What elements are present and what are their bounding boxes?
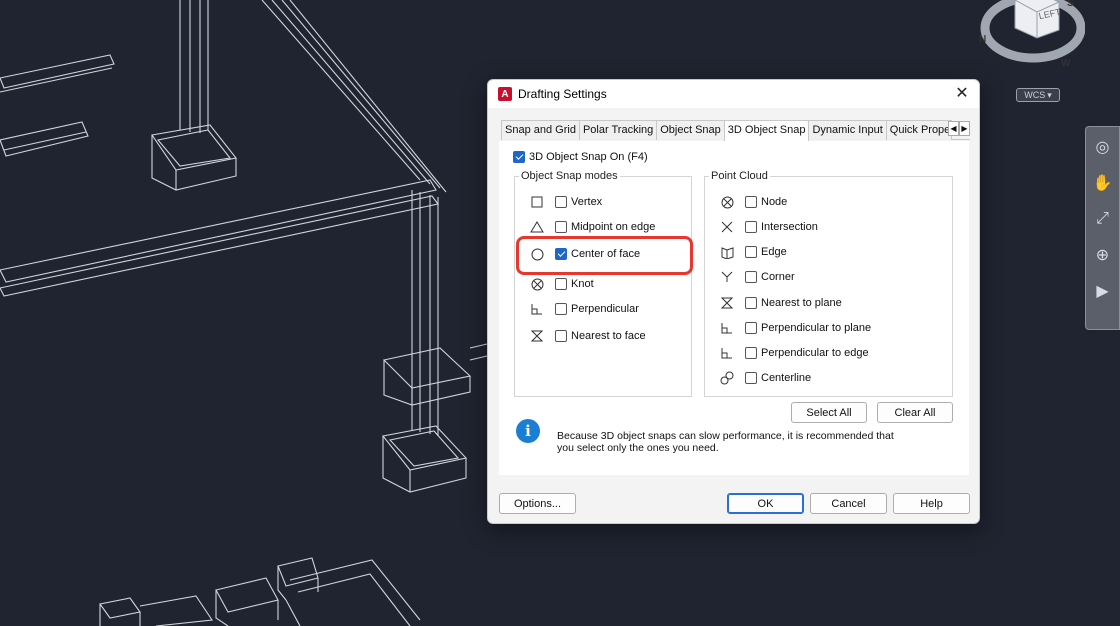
snap-mode-vertex[interactable]: Vertex <box>529 194 602 210</box>
compass-n: N <box>979 34 986 45</box>
perpendicular-to-plane-checkbox[interactable] <box>745 322 757 334</box>
perpendicular-icon <box>529 301 545 317</box>
edge-icon <box>719 244 735 260</box>
vertex-checkbox[interactable] <box>555 196 567 208</box>
help-button[interactable]: Help <box>893 493 970 514</box>
tab-object-snap[interactable]: Object Snap <box>656 120 725 140</box>
point-cloud-perpendicular-to-plane[interactable]: Perpendicular to plane <box>719 320 871 336</box>
node-checkbox[interactable] <box>745 196 757 208</box>
navigation-bar: ◎ ✋ ⤢ ⊕ ▶ <box>1085 126 1120 330</box>
triangle-icon <box>529 219 545 235</box>
nearest-to-face-checkbox[interactable] <box>555 330 567 342</box>
tab-snap-and-grid[interactable]: Snap and Grid <box>501 120 580 140</box>
centerline-icon <box>719 370 735 386</box>
cancel-button[interactable]: Cancel <box>810 493 887 514</box>
midpoint-on-edge-label: Midpoint on edge <box>571 221 656 233</box>
snap-on-label: 3D Object Snap On (F4) <box>529 151 648 163</box>
snap-mode-perpendicular[interactable]: Perpendicular <box>529 301 639 317</box>
clear-all-button[interactable]: Clear All <box>877 402 953 423</box>
intersection-checkbox[interactable] <box>745 221 757 233</box>
tab-scroll-right-icon[interactable]: ▶ <box>959 121 970 136</box>
corner-checkbox[interactable] <box>745 271 757 283</box>
dialog-title: Drafting Settings <box>518 87 607 101</box>
nearest-to-plane-label: Nearest to plane <box>761 297 842 309</box>
perpendicular-label: Perpendicular <box>571 303 639 315</box>
node-label: Node <box>761 196 788 208</box>
square-icon <box>529 194 545 210</box>
orbit-icon[interactable]: ⊕ <box>1091 243 1115 267</box>
point-cloud-nearest-to-plane[interactable]: Nearest to plane <box>719 295 842 311</box>
info-message: Because 3D object snaps can slow perform… <box>557 430 937 454</box>
pan-icon[interactable]: ✋ <box>1091 171 1115 195</box>
tab-quick-properties[interactable]: Quick Propert <box>885 120 952 140</box>
node-icon <box>719 194 735 210</box>
perpendicular-icon <box>719 320 735 336</box>
point-cloud-perpendicular-to-edge[interactable]: Perpendicular to edge <box>719 345 869 361</box>
wcs-menu[interactable]: WCS ▾ <box>1016 88 1060 102</box>
point-cloud-group: Point Cloud Node Intersection Edge Corne… <box>704 170 953 397</box>
corner-icon <box>719 269 735 285</box>
centerline-label: Centerline <box>761 372 812 384</box>
edge-checkbox[interactable] <box>745 246 757 258</box>
snap-mode-knot[interactable]: Knot <box>529 276 594 292</box>
intersection-label: Intersection <box>761 221 818 233</box>
chevron-down-icon: ▾ <box>1047 89 1052 100</box>
compass-s: S <box>1067 0 1074 9</box>
steering-wheel-icon[interactable]: ◎ <box>1091 135 1115 159</box>
point-cloud-node[interactable]: Node <box>719 194 787 210</box>
perpendicular-icon <box>719 345 735 361</box>
drafting-settings-dialog: A Drafting Settings ✕ Snap and Grid Pola… <box>487 79 980 524</box>
compass-w: W <box>1061 58 1071 69</box>
autocad-logo-icon: A <box>498 87 512 101</box>
hourglass-icon <box>719 295 735 311</box>
tab-panel: 3D Object Snap On (F4) Object Snap modes… <box>499 141 969 475</box>
edge-label: Edge <box>761 246 787 258</box>
point-cloud-title: Point Cloud <box>709 170 770 182</box>
snap-mode-midpoint-on-edge[interactable]: Midpoint on edge <box>529 219 655 235</box>
point-cloud-corner[interactable]: Corner <box>719 269 795 285</box>
tab-scroll-arrows: ◀ ▶ <box>948 121 970 136</box>
centerline-checkbox[interactable] <box>745 372 757 384</box>
zoom-extents-icon[interactable]: ⤢ <box>1091 207 1115 231</box>
perpendicular-checkbox[interactable] <box>555 303 567 315</box>
hourglass-icon <box>529 328 545 344</box>
corner-label: Corner <box>761 271 795 283</box>
perpendicular-to-edge-label: Perpendicular to edge <box>761 347 869 359</box>
ok-button[interactable]: OK <box>727 493 804 514</box>
tab-scroll-left-icon[interactable]: ◀ <box>948 121 959 136</box>
point-cloud-intersection[interactable]: Intersection <box>719 219 818 235</box>
point-cloud-centerline[interactable]: Centerline <box>719 370 811 386</box>
midpoint-on-edge-checkbox[interactable] <box>555 221 567 233</box>
snap-on-checkbox[interactable] <box>513 151 525 163</box>
perpendicular-to-plane-label: Perpendicular to plane <box>761 322 872 334</box>
point-cloud-edge[interactable]: Edge <box>719 244 787 260</box>
knot-icon <box>529 276 545 292</box>
showmotion-icon[interactable]: ▶ <box>1091 279 1115 303</box>
tab-strip: Snap and Grid Polar Tracking Object Snap… <box>501 120 970 141</box>
nearest-to-face-label: Nearest to face <box>571 330 646 342</box>
perpendicular-to-edge-checkbox[interactable] <box>745 347 757 359</box>
x-icon <box>719 219 735 235</box>
tab-dynamic-input[interactable]: Dynamic Input <box>808 120 887 140</box>
nearest-to-plane-checkbox[interactable] <box>745 297 757 309</box>
knot-label: Knot <box>571 278 594 290</box>
object-snap-modes-title: Object Snap modes <box>519 170 620 182</box>
viewcube[interactable]: LEFT S N W <box>975 0 1085 80</box>
info-line-1: Because 3D object snaps can slow perform… <box>557 430 894 442</box>
object-snap-modes-group: Object Snap modes Vertex Midpoint on edg… <box>514 170 692 397</box>
snap-on-toggle[interactable]: 3D Object Snap On (F4) <box>513 151 648 163</box>
snap-mode-nearest-to-face[interactable]: Nearest to face <box>529 328 646 344</box>
tab-polar-tracking[interactable]: Polar Tracking <box>578 120 658 140</box>
vertex-label: Vertex <box>571 196 603 208</box>
knot-checkbox[interactable] <box>555 278 567 290</box>
select-all-button[interactable]: Select All <box>791 402 867 423</box>
info-line-2: you select only the ones you need. <box>557 442 719 454</box>
info-icon: i <box>516 419 540 443</box>
options-button[interactable]: Options... <box>499 493 576 514</box>
tab-3d-object-snap[interactable]: 3D Object Snap <box>723 120 810 141</box>
dialog-titlebar: A Drafting Settings <box>488 80 979 108</box>
close-button[interactable]: ✕ <box>953 85 971 103</box>
highlight-annotation <box>516 236 693 275</box>
